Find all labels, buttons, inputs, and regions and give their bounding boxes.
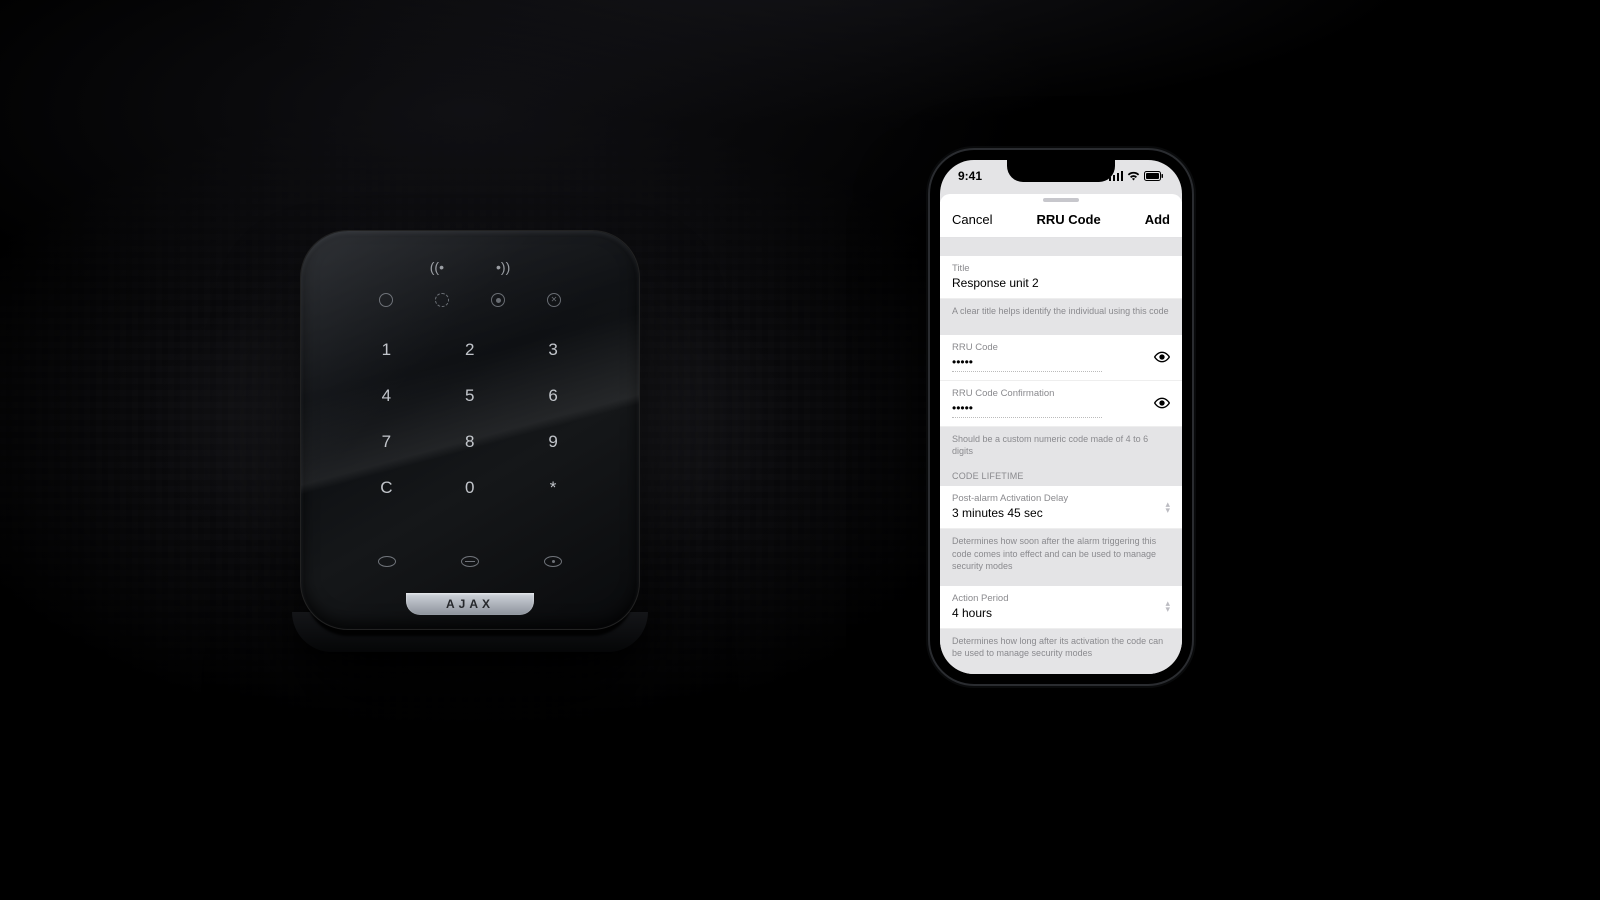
phone-screen: 9:41 Cancel RRU Code Add [940, 160, 1182, 674]
key-8[interactable]: 8 [428, 419, 511, 465]
key-4[interactable]: 4 [345, 373, 428, 419]
status-fault-icon [547, 293, 561, 307]
modal-sheet: Cancel RRU Code Add [940, 194, 1182, 238]
keypad-rfid-indicators: ((• •)) [301, 259, 639, 275]
key-6[interactable]: 6 [512, 373, 595, 419]
title-cell[interactable]: Title Response unit 2 [940, 256, 1182, 299]
key-3[interactable]: 3 [512, 327, 595, 373]
cancel-button[interactable]: Cancel [952, 212, 992, 227]
rfid-right-icon: •)) [496, 259, 510, 275]
rru-code-cell[interactable]: RRU Code ••••• [940, 335, 1182, 381]
status-circle-icon [379, 293, 393, 307]
activation-delay-value: 3 minutes 45 sec [952, 506, 1157, 520]
rru-confirm-label: RRU Code Confirmation [952, 388, 1146, 399]
eye-icon[interactable] [1154, 395, 1170, 411]
action-period-hint: Determines how long after its activation… [940, 629, 1182, 659]
rru-code-input[interactable]: ••••• [952, 355, 1102, 372]
rru-confirm-cell[interactable]: RRU Code Confirmation ••••• [940, 381, 1182, 427]
title-input[interactable]: Response unit 2 [952, 276, 1170, 290]
wifi-icon [1127, 171, 1140, 181]
activation-delay-label: Post-alarm Activation Delay [952, 493, 1157, 504]
lifetime-header: CODE LIFETIME [940, 457, 1182, 486]
code-hint: Should be a custom numeric code made of … [940, 427, 1182, 457]
keypad-status-row [301, 293, 639, 307]
title-hint: A clear title helps identify the individ… [940, 299, 1182, 317]
key-star[interactable]: * [512, 465, 595, 511]
battery-icon [1144, 171, 1164, 181]
eye-icon[interactable] [1154, 349, 1170, 365]
keypad-mode-row [345, 556, 595, 567]
modal-title: RRU Code [1036, 212, 1100, 227]
key-clear[interactable]: C [345, 465, 428, 511]
status-partial-icon [435, 293, 449, 307]
title-label: Title [952, 263, 1170, 274]
keypad-device: ((• •)) 1 2 3 4 5 6 7 8 9 C 0 * AJ [300, 230, 640, 630]
keypad-grid: 1 2 3 4 5 6 7 8 9 C 0 * [345, 327, 595, 511]
mode-night-icon[interactable] [461, 556, 479, 567]
form-content[interactable]: Title Response unit 2 A clear title help… [940, 238, 1182, 674]
key-0[interactable]: 0 [428, 465, 511, 511]
modal-navbar: Cancel RRU Code Add [940, 202, 1182, 238]
key-7[interactable]: 7 [345, 419, 428, 465]
keypad-face: ((• •)) 1 2 3 4 5 6 7 8 9 C 0 * AJ [300, 230, 640, 630]
rru-confirm-input[interactable]: ••••• [952, 401, 1102, 418]
stepper-icon[interactable]: ▴▾ [1165, 501, 1170, 514]
key-5[interactable]: 5 [428, 373, 511, 419]
status-time: 9:41 [958, 169, 982, 183]
rfid-left-icon: ((• [430, 259, 444, 275]
stepper-icon[interactable]: ▴▾ [1165, 600, 1170, 613]
activation-delay-hint: Determines how soon after the alarm trig… [940, 529, 1182, 571]
activation-delay-cell[interactable]: Post-alarm Activation Delay 3 minutes 45… [940, 486, 1182, 529]
key-9[interactable]: 9 [512, 419, 595, 465]
background-texture [0, 0, 1600, 900]
action-period-label: Action Period [952, 593, 1157, 604]
status-armed-icon [491, 293, 505, 307]
phone-frame: 9:41 Cancel RRU Code Add [930, 150, 1192, 684]
key-2[interactable]: 2 [428, 327, 511, 373]
rru-code-label: RRU Code [952, 342, 1146, 353]
mode-arm-icon[interactable] [544, 556, 562, 567]
keypad-brand-badge: AJAX [406, 593, 534, 615]
mode-disarm-icon[interactable] [378, 556, 396, 567]
key-1[interactable]: 1 [345, 327, 428, 373]
add-button[interactable]: Add [1145, 212, 1170, 227]
phone-notch [1007, 160, 1115, 182]
action-period-cell[interactable]: Action Period 4 hours ▴▾ [940, 586, 1182, 629]
action-period-value: 4 hours [952, 606, 1157, 620]
